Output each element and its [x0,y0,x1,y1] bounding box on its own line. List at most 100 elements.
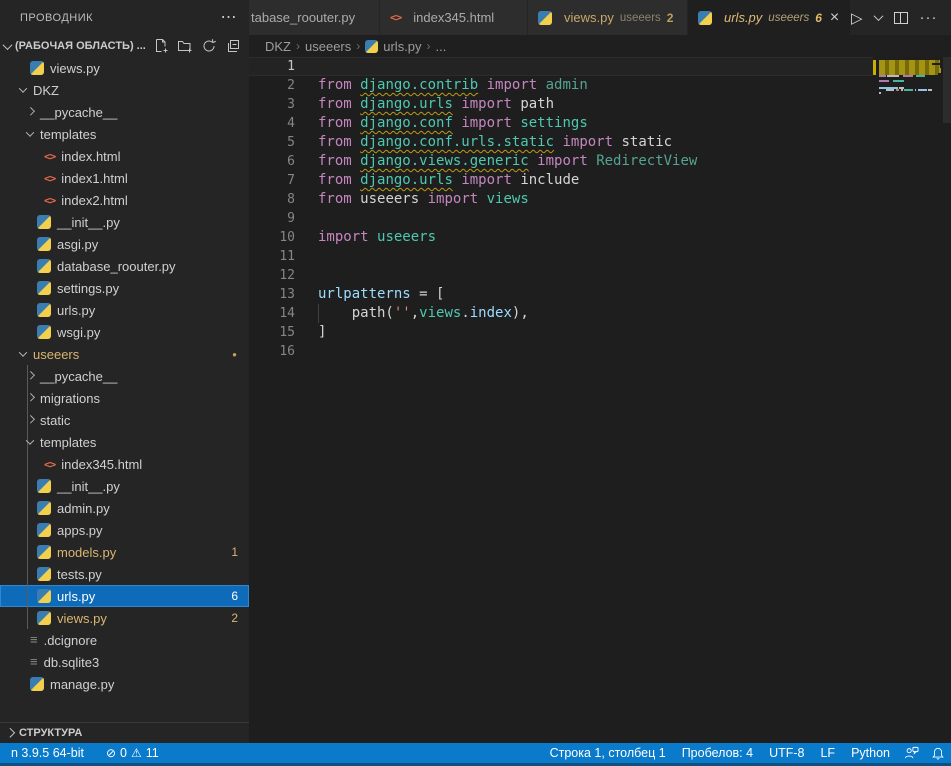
split-editor-icon[interactable] [894,12,908,24]
tree-item-index2.html[interactable]: <>index2.html [0,189,249,211]
editor-more-icon[interactable]: ··· [920,9,938,26]
tree-item-static[interactable]: static [0,409,249,431]
line-content [295,57,318,76]
tree-item-.dcignore[interactable]: ≡.dcignore [0,629,249,651]
tree-item-label: templates [40,127,96,142]
tree-item-models.py[interactable]: models.py1 [0,541,249,563]
tree-item-manage.py[interactable]: manage.py [0,673,249,695]
tree-item-__init__.py[interactable]: __init__.py [0,211,249,233]
tree-item-index.html[interactable]: <>index.html [0,145,249,167]
code-editor[interactable]: 12from django.contrib import admin3from … [249,57,951,743]
line-content [295,209,318,228]
breadcrumb-item-...[interactable]: ... [436,39,447,54]
encoding-status[interactable]: UTF-8 [761,746,812,760]
minimap[interactable] [873,57,943,177]
new-folder-icon[interactable] [177,38,193,54]
minimap-token [916,75,925,77]
code-line-3[interactable]: 3from django.urls import path [249,95,951,114]
close-icon[interactable]: × [830,11,839,25]
code-line-11[interactable]: 11 [249,247,951,266]
workspace-section-header[interactable]: (РАБОЧАЯ ОБЛАСТЬ) ... [0,35,249,57]
code-line-7[interactable]: 7from django.urls import include [249,171,951,190]
code-line-6[interactable]: 6from django.views.generic import Redire… [249,152,951,171]
new-file-icon[interactable] [153,38,169,54]
tree-item-views.py[interactable]: views.py2 [0,607,249,629]
tree-item-db.sqlite3[interactable]: ≡db.sqlite3 [0,651,249,673]
code-line-16[interactable]: 16 [249,342,951,361]
language-status[interactable]: Python [843,746,898,760]
breadcrumb-item-DKZ[interactable]: DKZ [265,39,291,54]
tree-item-DKZ[interactable]: DKZ [0,79,249,101]
code-token: from [318,96,360,112]
code-line-1[interactable]: 1 [249,57,873,76]
minimap-slider[interactable] [943,57,951,123]
notifications-bell-icon[interactable] [925,746,951,761]
minimap-token [918,89,927,91]
tree-item-index1.html[interactable]: <>index1.html [0,167,249,189]
tree-item-index345.html[interactable]: <>index345.html [0,453,249,475]
python-file-icon [538,11,552,25]
code-line-14[interactable]: 14 path('',views.index), [249,304,951,323]
minimap-token [879,92,881,94]
tree-item-views.py[interactable]: views.py [0,57,249,79]
tree-item-admin.py[interactable]: admin.py [0,497,249,519]
tree-item-wsgi.py[interactable]: wsgi.py [0,321,249,343]
tree-item-urls.py[interactable]: urls.py6 [0,585,249,607]
tab-views.py[interactable]: views.pyuseeers2 [528,0,688,35]
breadcrumb-item-urls.py[interactable]: urls.py [365,39,421,54]
tree-item-migrations[interactable]: migrations [0,387,249,409]
tree-item-database_roouter.py[interactable]: database_roouter.py [0,255,249,277]
code-line-15[interactable]: 15] [249,323,951,342]
code-line-5[interactable]: 5from django.conf.urls.static import sta… [249,133,951,152]
tree-item-apps.py[interactable]: apps.py [0,519,249,541]
cursor-position-status[interactable]: Строка 1, столбец 1 [542,746,674,760]
tab-label: views.py [564,10,614,25]
line-content [295,266,318,285]
code-token: index [470,305,512,321]
code-token: views [419,305,461,321]
tree-item-asgi.py[interactable]: asgi.py [0,233,249,255]
tree-item-label: database_roouter.py [57,259,176,274]
tree-item-__pycache__[interactable]: __pycache__ [0,101,249,123]
tree-item-__pycache__[interactable]: __pycache__ [0,365,249,387]
line-number: 9 [249,209,295,228]
line-number: 6 [249,152,295,171]
feedback-icon[interactable] [898,746,925,760]
tree-item-__init__.py[interactable]: __init__.py [0,475,249,497]
python-version-status[interactable]: n 3.9.5 64-bit [3,746,92,760]
indentation-status[interactable]: Пробелов: 4 [674,746,761,760]
tree-item-useeers[interactable]: useeers● [0,343,249,365]
breadcrumb-item-useeers[interactable]: useeers [305,39,351,54]
tree-item-tests.py[interactable]: tests.py [0,563,249,585]
html-file-icon: <> [44,172,55,185]
tree-item-templates[interactable]: templates [0,431,249,453]
eol-status[interactable]: LF [812,746,843,760]
collapse-all-icon[interactable] [225,38,241,54]
explorer-more-icon[interactable]: ⋯ [221,13,238,23]
tab-tabase_roouter.py[interactable]: tabase_roouter.py [249,0,380,35]
tree-item-urls.py[interactable]: urls.py [0,299,249,321]
line-number: 8 [249,190,295,209]
problems-status[interactable]: ⊘ 0 ⚠ 11 [106,746,159,760]
code-line-8[interactable]: 8from useeers import views [249,190,951,209]
code-line-2[interactable]: 2from django.contrib import admin [249,76,951,95]
python-file-icon [365,40,378,53]
outline-section-header[interactable]: СТРУКТУРА [0,722,249,743]
code-line-13[interactable]: 13urlpatterns = [ [249,285,951,304]
tab-index345.html[interactable]: <>index345.html [380,0,528,35]
tree-item-label: tests.py [57,567,102,582]
refresh-icon[interactable] [201,38,217,54]
code-line-9[interactable]: 9 [249,209,951,228]
code-line-10[interactable]: 10import useeers [249,228,951,247]
code-line-4[interactable]: 4from django.conf import settings [249,114,951,133]
tree-item-templates[interactable]: templates [0,123,249,145]
tree-item-settings.py[interactable]: settings.py [0,277,249,299]
minimap-token [879,75,886,77]
run-file-icon[interactable]: ▷ [851,9,863,27]
minimap-token [887,75,899,77]
code-line-12[interactable]: 12 [249,266,951,285]
tree-item-label: templates [40,435,96,450]
run-dropdown-chevron-icon[interactable] [873,11,883,21]
tab-urls.py[interactable]: urls.pyuseeers6× [688,0,851,35]
errors-count: 0 [120,746,127,760]
